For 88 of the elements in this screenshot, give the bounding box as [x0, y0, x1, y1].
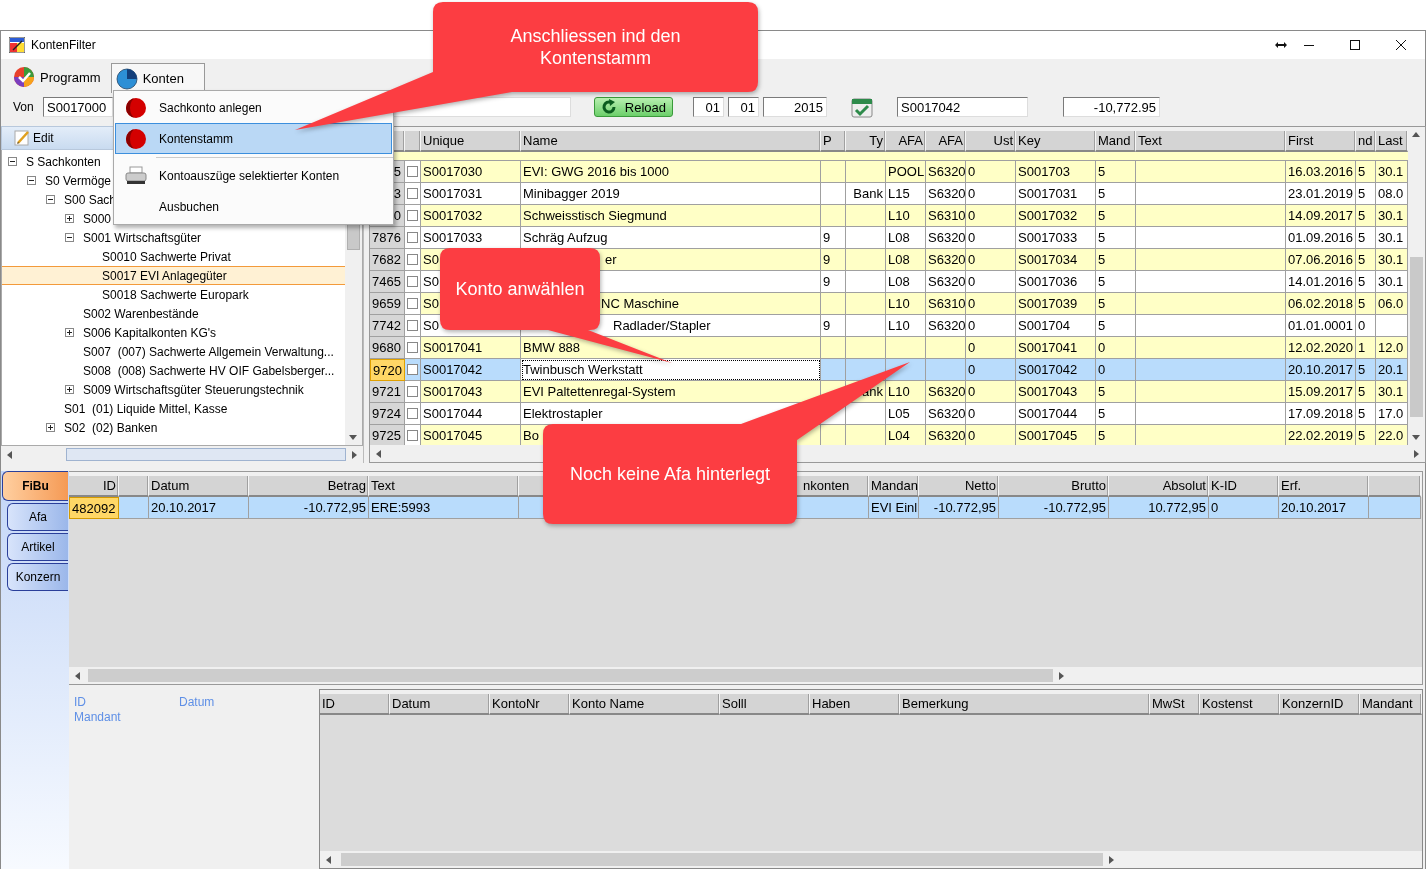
table-cell: 12.0 — [1376, 337, 1408, 359]
table-cell: 20.10.2017 — [1279, 497, 1369, 519]
table-cell: S0017041 — [421, 337, 521, 359]
table-cell: S6320 — [926, 249, 966, 271]
table-cell: 12.02.2020 — [1286, 337, 1356, 359]
table-cell: L04 — [886, 425, 926, 445]
table-cell: S0017045 — [421, 425, 521, 445]
table-cell: 20.10.2017 — [149, 497, 249, 519]
table-cell: 5 — [1356, 293, 1376, 315]
table-cell: ERE:5993 — [369, 497, 519, 519]
window-title: KontenFilter — [31, 38, 96, 52]
table-cell: 30.1 — [1376, 381, 1408, 403]
table-cell: 5 — [1096, 293, 1136, 315]
table-cell: 1 — [1356, 337, 1376, 359]
table-cell: L10 — [886, 293, 926, 315]
table-cell: 0 — [1209, 497, 1279, 519]
table-cell: 30.1 — [1376, 249, 1408, 271]
id-label: ID — [74, 695, 86, 709]
table-cell: 0 — [966, 359, 1016, 381]
table-cell: EVI: GWG 2016 bis 1000 — [521, 161, 821, 183]
table-cell: S6310 — [926, 205, 966, 227]
table-cell: S0017039 — [1016, 293, 1096, 315]
mandant-label: Mandant — [74, 710, 121, 724]
table-cell: 14.09.2017 — [1286, 205, 1356, 227]
table-cell: 5 — [1356, 249, 1376, 271]
table-cell: 0 — [966, 161, 1016, 183]
table-cell: -10.772,95 — [249, 497, 369, 519]
table-cell: 5 — [1096, 381, 1136, 403]
table-cell: 30.1 — [1376, 161, 1408, 183]
table-cell: S0017034 — [1016, 249, 1096, 271]
table-cell: 20.1 — [1376, 359, 1408, 381]
table-cell: 5 — [1096, 205, 1136, 227]
table-cell: EVI Einl — [869, 497, 919, 519]
von-label: Von — [13, 100, 35, 114]
table-cell: 5 — [1096, 425, 1136, 445]
table-cell: 482092 — [69, 497, 119, 519]
table-cell: S0017042 — [421, 359, 521, 381]
table-cell: 5 — [1096, 249, 1136, 271]
table-cell: 16.03.2016 — [1286, 161, 1356, 183]
table-cell: 0 — [966, 337, 1016, 359]
table-cell: S0017043 — [421, 381, 521, 403]
table-cell: 15.09.2017 — [1286, 381, 1356, 403]
table-cell: S0017043 — [1016, 381, 1096, 403]
table-cell: 0 — [966, 381, 1016, 403]
table-cell: S0017045 — [1016, 425, 1096, 445]
table-cell: 22.02.2019 — [1286, 425, 1356, 445]
table-cell: 0 — [1096, 337, 1136, 359]
table-cell: S6320 — [926, 161, 966, 183]
table-cell: Schweisstisch Siegmund — [521, 205, 821, 227]
table-cell: 0 — [966, 425, 1016, 445]
table-cell: 5 — [1356, 359, 1376, 381]
table-cell: 9 — [821, 249, 846, 271]
table-cell: 5 — [1356, 161, 1376, 183]
table-cell: 0 — [1096, 359, 1136, 381]
table-cell: 5 — [1356, 425, 1376, 445]
table-cell: S0017032 — [421, 205, 521, 227]
table-cell: S0017041 — [1016, 337, 1096, 359]
table-cell: 06.02.2018 — [1286, 293, 1356, 315]
table-cell: 22.0 — [1376, 425, 1408, 445]
table-cell: S6320 — [926, 381, 966, 403]
table-cell: S0017030 — [421, 161, 521, 183]
table-cell: S6310 — [926, 293, 966, 315]
table-cell: 5 — [1096, 161, 1136, 183]
table-cell: -10.772,95 — [919, 497, 999, 519]
table-cell: 0 — [966, 205, 1016, 227]
table-cell: 07.06.2016 — [1286, 249, 1356, 271]
table-cell: 30.1 — [1376, 205, 1408, 227]
table-cell: 5 — [1356, 381, 1376, 403]
callout-text: Noch keine Afa hinterlegt — [569, 463, 771, 485]
table-cell: S6320 — [926, 425, 966, 445]
table-cell: EVI Paltettenregal-System — [521, 381, 821, 403]
table-cell: 10.772,95 — [1109, 497, 1209, 519]
table-cell: S0017042 — [1016, 359, 1096, 381]
table-cell: 06.0 — [1376, 293, 1408, 315]
table-cell: 5 — [1356, 205, 1376, 227]
table-cell: S0017032 — [1016, 205, 1096, 227]
callout-text: Anschliessen ind den Kontenstamm — [509, 25, 682, 69]
table-cell: S001703 — [1016, 161, 1096, 183]
table-cell: 0 — [966, 293, 1016, 315]
table-cell: L10 — [886, 381, 926, 403]
table-cell: L08 — [886, 249, 926, 271]
table-cell: BMW 888 — [521, 337, 821, 359]
table-cell: POOL — [886, 161, 926, 183]
table-cell: 0 — [966, 249, 1016, 271]
table-cell: L10 — [886, 205, 926, 227]
table-cell: 20.10.2017 — [1286, 359, 1356, 381]
datum-label: Datum — [179, 695, 215, 709]
table-cell: -10.772,95 — [999, 497, 1109, 519]
